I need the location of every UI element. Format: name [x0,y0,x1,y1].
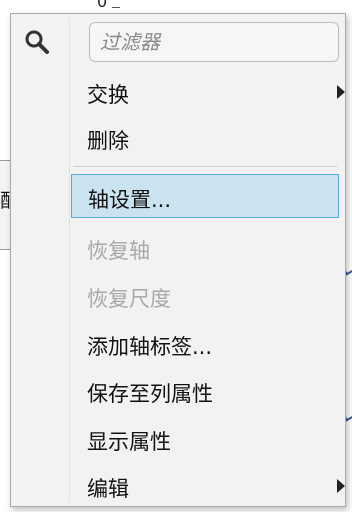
icon-gutter-separator [69,18,70,502]
menu-item-show-properties[interactable]: 显示属性 [71,417,339,461]
submenu-arrow-icon [337,85,345,99]
context-menu: 交换 删除 轴设置... 恢复轴 恢复尺度 添加轴标签... 保存至列属性 [10,13,346,507]
search-icon [23,28,51,56]
menu-item-label: 恢复尺度 [87,287,171,311]
menu-item-swap[interactable]: 交换 [71,70,345,114]
menu-item-restore-scale[interactable]: 恢复尺度 [71,274,339,318]
menu-item-delete[interactable]: 删除 [71,116,339,160]
filter-input[interactable] [89,22,339,62]
menu-item-label: 显示属性 [87,430,171,454]
submenu-arrow-icon [337,479,345,493]
menu-item-label: 编辑 [87,477,129,501]
menu-item-restore-axis[interactable]: 恢复轴 [71,226,339,270]
screen: 0 配 交换 删除 轴设置... 恢复轴 [0,0,352,512]
menu-item-label: 轴设置... [88,188,172,212]
axis-tick-label: 0 [97,0,108,11]
menu-item-label: 删除 [87,129,129,153]
menu-item-label: 交换 [87,83,129,107]
menu-item-edit[interactable]: 编辑 [71,464,345,508]
menu-item-save-to-column-property[interactable]: 保存至列属性 [71,369,339,413]
menu-item-add-axis-label[interactable]: 添加轴标签... [71,322,339,366]
menu-item-label: 添加轴标签... [87,335,213,359]
menu-item-label: 保存至列属性 [87,382,213,406]
menu-item-label: 恢复轴 [87,239,150,263]
axis-tick-mark [112,7,120,8]
menu-divider [73,166,337,167]
menu-item-axis-settings[interactable]: 轴设置... [71,174,339,218]
